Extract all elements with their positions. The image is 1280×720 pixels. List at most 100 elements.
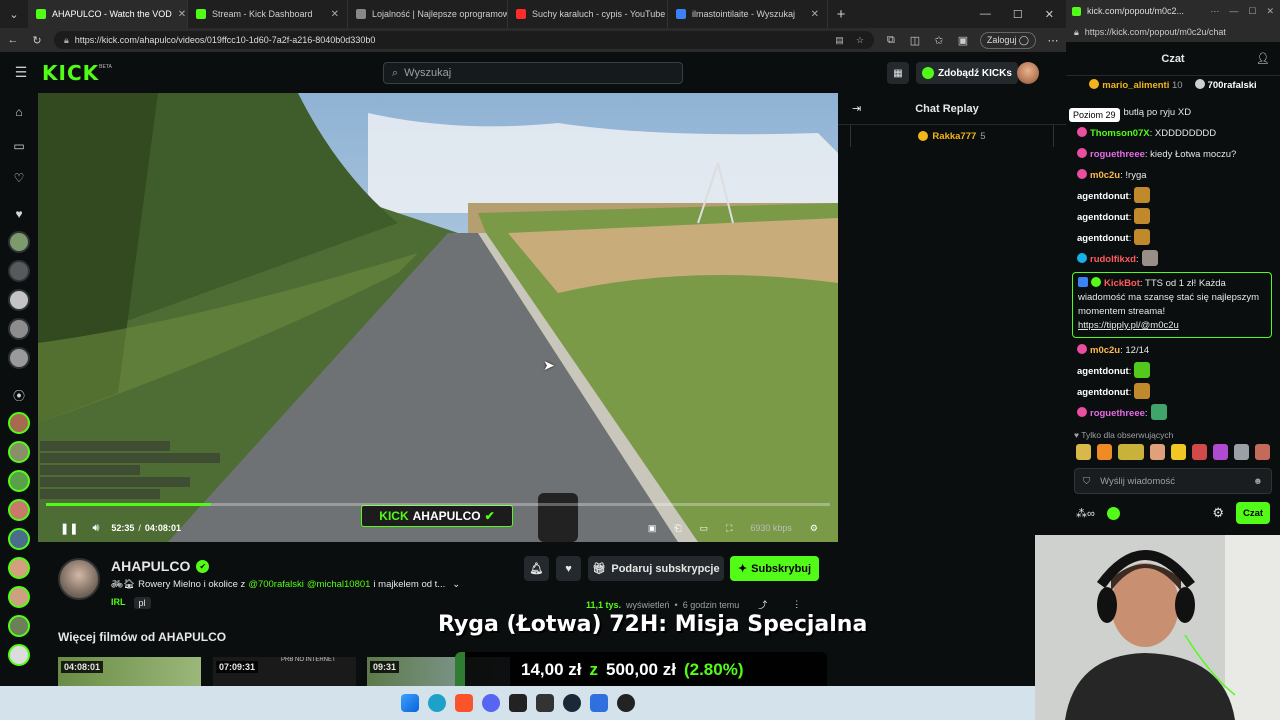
avatar[interactable] [8,347,30,369]
avatar[interactable] [8,441,30,463]
back-icon[interactable]: ← [6,34,20,46]
chat-username[interactable]: agentdonut [1077,233,1129,244]
category-link[interactable]: IRL [111,597,126,609]
get-kicks-button[interactable]: Zdobądź KICKs [916,62,1018,84]
login-button[interactable]: Zaloguj ◯ [979,31,1036,49]
avatar[interactable] [8,470,30,492]
kick-logo[interactable]: KICK [42,61,99,85]
avatar[interactable] [8,231,30,253]
home-icon[interactable]: ⌂ [9,102,29,122]
brave-icon[interactable] [454,694,473,712]
avatar[interactable] [8,586,30,608]
settings-icon[interactable]: ⚙ [810,523,818,534]
send-chat-button[interactable]: Czat [1236,502,1270,524]
favorite-star-icon[interactable]: ☆ [856,35,864,46]
live-radio-icon[interactable]: ⦿ [9,385,29,405]
avatar[interactable] [8,289,30,311]
minimize-icon[interactable]: — [1229,6,1238,17]
volume-icon[interactable]: 🔊︎ [92,522,99,535]
split-icon[interactable]: ◫ [908,34,922,47]
avatar[interactable] [8,318,30,340]
close-icon[interactable]: ✕ [178,9,186,20]
discord-icon[interactable] [481,694,500,712]
app-icon[interactable] [589,694,608,712]
maximize-icon[interactable]: ☐ [1013,8,1023,21]
share-icon[interactable]: ⤴ [758,598,767,611]
browser-tab[interactable]: ilmastointilaite - Wyszukaj ✕ [668,0,828,28]
chat-username[interactable]: agentdonut [1077,387,1129,398]
chat-username[interactable]: agentdonut [1077,366,1129,377]
emote-icon[interactable] [1076,444,1091,460]
avatar[interactable] [8,557,30,579]
kick-icon[interactable] [1106,506,1120,520]
avatar[interactable] [8,412,30,434]
new-tab-icon[interactable]: + [834,6,848,23]
emote-icon[interactable] [1254,444,1270,460]
subscribe-button[interactable]: ✦ Subskrybuj [730,556,819,581]
avatar[interactable] [8,499,30,521]
maximize-icon[interactable]: ☐ [1248,6,1256,17]
user-avatar[interactable] [1017,62,1039,84]
close-window-icon[interactable]: ✕ [1045,8,1054,21]
browser-tab[interactable]: AHAPULCO - Watch the VOD ✕ [28,0,188,28]
url-field[interactable]: 🔒︎ https://kick.com/ahapulco/videos/019f… [54,31,874,49]
epic-games-icon[interactable] [535,694,554,712]
app-icon[interactable] [508,694,527,712]
avatar[interactable] [8,260,30,282]
chat-username[interactable]: rudolfikxd [1090,254,1136,265]
hamburger-menu-icon[interactable]: ☰ [14,64,28,81]
users-icon[interactable]: 👤︎ [1256,52,1270,65]
points-icon[interactable]: ⁂∞ [1076,507,1095,520]
collections-icon[interactable]: ▣ [956,34,970,47]
more-options-icon[interactable]: ⋮ [792,599,801,610]
steam-icon[interactable] [562,694,581,712]
avatar[interactable] [8,615,30,637]
avatar[interactable] [8,644,30,666]
emote-icon[interactable] [1171,444,1187,460]
followed-heart-icon[interactable]: ♥ [9,204,29,224]
close-window-icon[interactable]: ✕ [1266,6,1274,17]
notifications-button[interactable]: 🔔︎ [524,556,549,581]
reader-icon[interactable]: ▤ [835,35,844,46]
video-thumbnail[interactable]: 04:08:01 [58,657,201,686]
chat-username[interactable]: roguethreee [1090,408,1145,419]
close-icon[interactable]: ✕ [811,9,819,20]
gift-subscription-button[interactable]: 🎁︎ Podaruj subskrypcje [588,556,724,581]
browse-icon[interactable]: ▭ [9,136,29,156]
emote-icon[interactable] [1096,444,1112,460]
expand-chevron-icon[interactable]: ⌄ [452,579,460,590]
collapse-chat-icon[interactable]: ⇥ [852,102,861,115]
channel-avatar[interactable] [58,558,100,600]
chat-username[interactable]: roguethreee [1090,149,1145,160]
minimize-icon[interactable]: — [980,8,991,21]
chat-username[interactable]: m0c2u [1090,345,1120,356]
following-icon[interactable]: ♡ [9,168,29,188]
windows-start-icon[interactable] [400,694,419,712]
chat-username[interactable]: m0c2u [1090,170,1120,181]
chat-username[interactable]: Thomson07X [1090,128,1150,139]
tab-menu-icon[interactable]: ⌄ [0,8,28,21]
more-icon[interactable]: ⋯ [1046,34,1060,47]
follow-button[interactable]: ♥ [556,556,581,581]
popout-menu-icon[interactable]: ⋯ [1210,6,1219,17]
search-input[interactable]: ⌕ Wyszukaj [383,62,683,84]
emoji-picker-icon[interactable]: ☻ [1253,476,1263,487]
fullscreen-icon[interactable]: ⛶ [726,523,732,534]
emote-icon[interactable] [1150,444,1166,460]
browser-tab[interactable]: Stream - Kick Dashboard ✕ [188,0,348,28]
video-thumbnail[interactable]: 07:09:31 PRB NO INTERNET [213,657,356,686]
emote-icon[interactable] [1213,444,1229,460]
obs-icon[interactable] [616,694,635,712]
edge-icon[interactable] [427,694,446,712]
browser-tab[interactable]: Lojalność | Najlepsze oprogramow ✕ [348,0,508,28]
chat-input[interactable]: ⛉ Wyślij wiadomość ☻ [1074,468,1272,494]
emote-icon[interactable] [1192,444,1208,460]
progress-bar[interactable] [46,503,830,506]
chat-username[interactable]: agentdonut [1077,212,1129,223]
tipply-link[interactable]: https://tipply.pl/@m0c2u [1078,320,1179,331]
favorites-icon[interactable]: ✩ [932,34,946,47]
emote-icon[interactable] [1234,444,1249,460]
avatar[interactable] [8,528,30,550]
theater-icon[interactable]: ▭ [700,523,709,534]
video-player[interactable]: KICK AHAPULCO ✔ ❚❚ 🔊︎ 52:35 / 04:08:01 ▣… [38,93,838,542]
